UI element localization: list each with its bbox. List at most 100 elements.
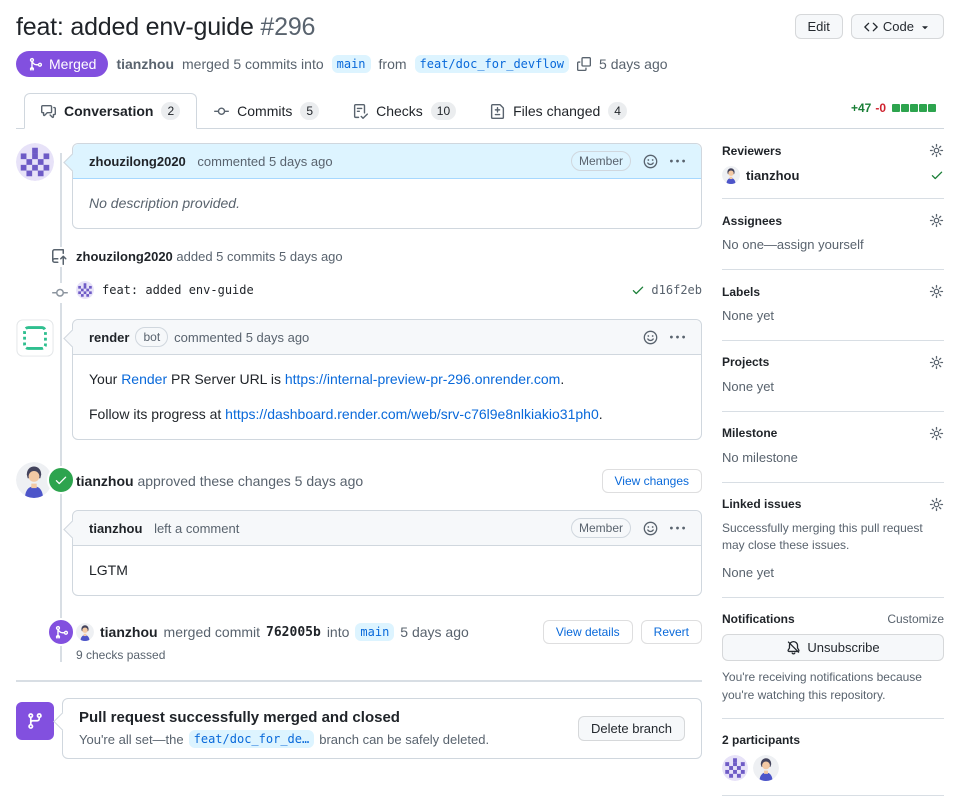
diff-block	[919, 103, 927, 112]
tab-conversation[interactable]: Conversation 2	[24, 93, 198, 130]
comment-options-button[interactable]	[670, 521, 685, 536]
avatar-zhouzilong2020[interactable]	[16, 143, 54, 181]
pr-tab-bar: Conversation 2 Commits 5 Checks 10 Files…	[16, 93, 944, 130]
code-icon	[864, 20, 878, 34]
comment-author-link[interactable]: zhouzilong2020	[89, 154, 186, 169]
avatar-render-bot[interactable]	[16, 319, 54, 357]
sidebar-section-linked-issues: Linked issues Successfully merging this …	[722, 483, 944, 599]
view-details-button[interactable]: View details	[542, 620, 633, 645]
comment-options-button[interactable]	[670, 154, 685, 169]
revert-button[interactable]: Revert	[640, 620, 702, 645]
text: branch can be safely deleted.	[319, 731, 490, 747]
sidebar-section-reviewers: Reviewers tianzhou	[722, 143, 944, 200]
file-diff-icon	[490, 104, 505, 119]
head-branch-chip[interactable]: feat/doc_for_de…	[188, 730, 315, 749]
gear-icon[interactable]	[929, 284, 944, 299]
commits-added-event: zhouzilong2020 added 5 commits 5 days ag…	[16, 247, 702, 269]
gear-icon[interactable]	[929, 143, 944, 158]
banner-subtitle: You're all set—the feat/doc_for_de… bran…	[79, 730, 490, 749]
notifications-desc: You're receiving notifications because y…	[722, 670, 922, 702]
gear-icon[interactable]	[929, 497, 944, 512]
member-badge: Member	[570, 518, 631, 539]
gear-icon[interactable]	[929, 213, 944, 228]
diff-blocks	[892, 103, 936, 112]
customize-link[interactable]: Customize	[887, 612, 944, 626]
bot-paragraph-2: Follow its progress at https://dashboard…	[89, 404, 685, 425]
diffstat[interactable]: +47 -0	[851, 101, 936, 121]
emoji-reaction-button[interactable]	[643, 521, 658, 536]
emoji-reaction-button[interactable]	[643, 154, 658, 169]
avatar-zhouzilong2020[interactable]	[722, 755, 748, 781]
merge-time: 5 days ago	[599, 56, 668, 73]
commit-sha-link[interactable]: d16f2eb	[651, 283, 702, 297]
gear-icon[interactable]	[929, 426, 944, 441]
tab-count-badge: 2	[161, 102, 181, 121]
copy-branch-icon[interactable]	[577, 57, 591, 71]
comment-author-link[interactable]: tianzhou	[89, 521, 142, 536]
check-icon[interactable]	[631, 283, 645, 297]
avatar-zhouzilong2020[interactable]	[76, 281, 94, 299]
emoji-reaction-button[interactable]	[643, 330, 658, 345]
reviewer-row: tianzhou	[722, 166, 944, 184]
diff-block	[928, 103, 936, 112]
conversation-icon	[41, 104, 56, 119]
commit-message-link[interactable]: feat: added env-guide	[102, 283, 254, 297]
tab-commits[interactable]: Commits 5	[197, 93, 336, 129]
merged-by-author[interactable]: tianzhou	[116, 56, 174, 72]
assignees-empty-text[interactable]: No one—assign yourself	[722, 236, 944, 255]
comment-options-button[interactable]	[670, 330, 685, 345]
head-branch-chip[interactable]: feat/doc_for_devflow	[414, 55, 570, 74]
render-link[interactable]: Render	[121, 371, 167, 387]
page-title: feat: added env-guide #296	[16, 12, 315, 43]
gear-icon[interactable]	[929, 355, 944, 370]
event-meta: added 5 commits 5 days ago	[176, 249, 343, 265]
code-button[interactable]: Code	[850, 14, 944, 39]
smiley-icon	[643, 330, 658, 345]
timeline-divider	[16, 680, 702, 683]
bot-paragraph-1: Your Render PR Server URL is https://int…	[89, 369, 685, 390]
sidebar-section-participants: 2 participants	[722, 719, 944, 796]
avatar-tianzhou[interactable]	[76, 623, 94, 641]
base-branch-chip[interactable]: main	[331, 55, 371, 74]
approval-event: tianzhou approved these changes 5 days a…	[16, 462, 702, 500]
comment-author-link[interactable]: render	[89, 330, 129, 345]
checks-passed-link[interactable]: 9 checks passed	[76, 648, 702, 662]
tab-count-badge: 5	[300, 102, 320, 121]
tab-files-changed[interactable]: Files changed 4	[473, 93, 644, 129]
tab-checks[interactable]: Checks 10	[336, 93, 473, 129]
avatar-tianzhou[interactable]	[722, 166, 740, 184]
merge-text: into	[326, 624, 350, 641]
merged-badge-label: Merged	[49, 56, 97, 73]
preview-url-link[interactable]: https://internal-preview-pr-296.onrender…	[285, 371, 560, 387]
base-branch-chip[interactable]: main	[355, 623, 395, 642]
tab-count-badge: 4	[608, 102, 627, 121]
merged-status-badge: Merged	[16, 51, 109, 78]
event-author-link[interactable]: tianzhou	[100, 624, 158, 640]
merged-commit-sha[interactable]: 762005b	[266, 625, 321, 640]
text: Your	[89, 371, 122, 388]
bell-slash-icon	[786, 640, 801, 655]
commit-row: feat: added env-guide d16f2eb	[16, 281, 702, 304]
avatar-tianzhou[interactable]	[753, 755, 779, 781]
participants-avatars	[722, 755, 944, 781]
unsubscribe-button[interactable]: Unsubscribe	[722, 634, 944, 662]
conversation-timeline: zhouzilong2020 commented 5 days ago Memb…	[16, 143, 702, 796]
git-merge-icon	[28, 57, 43, 72]
comment-header: tianzhou left a comment Member	[73, 511, 701, 547]
merged-banner: Pull request successfully merged and clo…	[16, 698, 702, 760]
tab-count-badge: 10	[430, 102, 457, 121]
event-author-link[interactable]: zhouzilong2020	[76, 249, 173, 264]
delete-branch-button[interactable]: Delete branch	[578, 716, 685, 742]
merge-event: tianzhou merged commit 762005b into main…	[16, 618, 702, 662]
reviewer-name-link[interactable]: tianzhou	[746, 168, 799, 183]
projects-title: Projects	[722, 355, 770, 370]
event-author-link[interactable]: tianzhou	[76, 473, 134, 489]
comment-meta: commented 5 days ago	[174, 329, 310, 345]
edit-button[interactable]: Edit	[794, 14, 843, 39]
view-changes-button[interactable]: View changes	[601, 469, 702, 494]
dashboard-url-link[interactable]: https://dashboard.render.com/web/srv-c76…	[225, 406, 599, 422]
tab-label: Conversation	[64, 103, 154, 120]
linked-issues-desc: Successfully merging this pull request m…	[722, 520, 923, 553]
sidebar-section-labels: Labels None yet	[722, 270, 944, 341]
delete-branch-label: Delete branch	[591, 721, 672, 737]
